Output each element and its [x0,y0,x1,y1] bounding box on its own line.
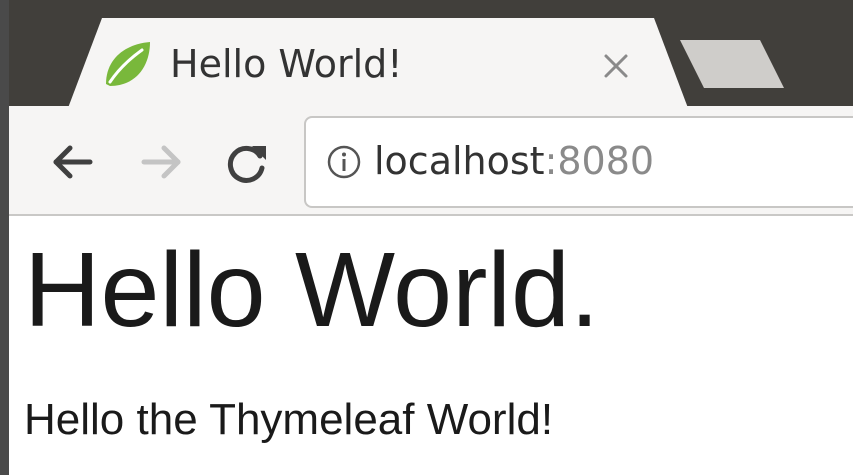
close-icon[interactable] [596,46,636,86]
url-host: localhost [374,139,545,183]
spring-leaf-icon [106,42,150,86]
info-icon[interactable] [326,144,362,180]
browser-window: Hello World! localhost:8080 Hello World.… [0,0,853,475]
url-port: :8080 [544,139,655,183]
reload-icon[interactable] [222,138,270,186]
navigation-toolbar: localhost:8080 [0,106,853,216]
forward-arrow-icon[interactable] [138,138,186,186]
tab-strip: Hello World! [0,0,853,108]
page-paragraph: Hello the Thymeleaf World! [24,395,554,444]
page-heading: Hello World. [24,231,600,349]
url-text[interactable]: localhost:8080 [374,136,654,186]
address-bar[interactable]: localhost:8080 [304,116,853,208]
window-border [0,0,9,475]
tab-title: Hello World! [170,42,403,86]
back-arrow-icon[interactable] [48,138,96,186]
new-tab-button[interactable] [680,40,784,88]
page-content: Hello World. Hello the Thymeleaf World! [0,216,853,475]
